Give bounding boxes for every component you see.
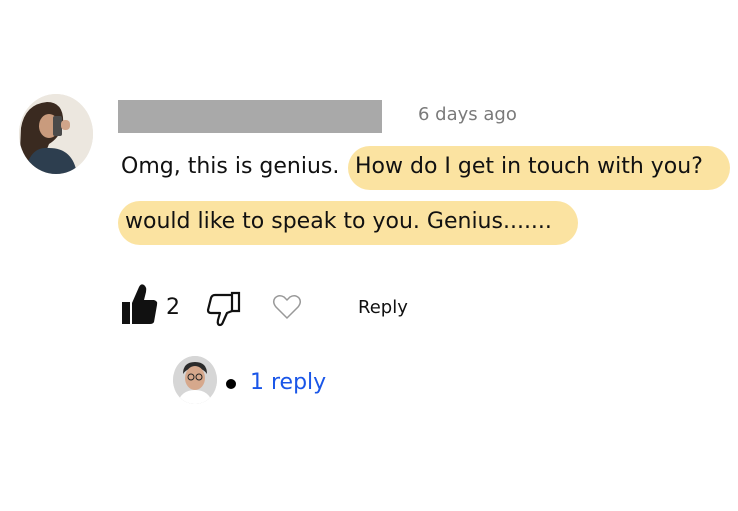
commenter-avatar-image — [19, 94, 93, 174]
timestamp: 6 days ago — [418, 104, 517, 125]
comment-text-highlight-1: How do I get in touch with you? — [355, 154, 703, 179]
replier-avatar — [173, 356, 217, 404]
replier-avatar-image — [173, 356, 217, 404]
comment-highlight-1: How do I get in touch with you? — [348, 146, 730, 190]
thumbs-up-icon[interactable] — [120, 282, 158, 326]
like-count: 2 — [166, 295, 180, 320]
heart-icon[interactable] — [272, 294, 302, 320]
view-replies-link[interactable]: 1 reply — [250, 370, 326, 395]
thumbs-down-icon[interactable] — [206, 289, 242, 327]
redacted-username — [118, 100, 382, 133]
reply-button[interactable]: Reply — [358, 297, 408, 318]
comment-highlight-2: would like to speak to you. Genius......… — [118, 201, 578, 245]
comment-text-plain: Omg, this is genius. — [121, 154, 340, 179]
commenter-avatar[interactable] — [19, 94, 93, 174]
comment-text-highlight-2: would like to speak to you. Genius......… — [125, 209, 552, 234]
separator-dot — [226, 379, 236, 389]
comment-card: 6 days ago Omg, this is genius. How do I… — [0, 0, 738, 511]
